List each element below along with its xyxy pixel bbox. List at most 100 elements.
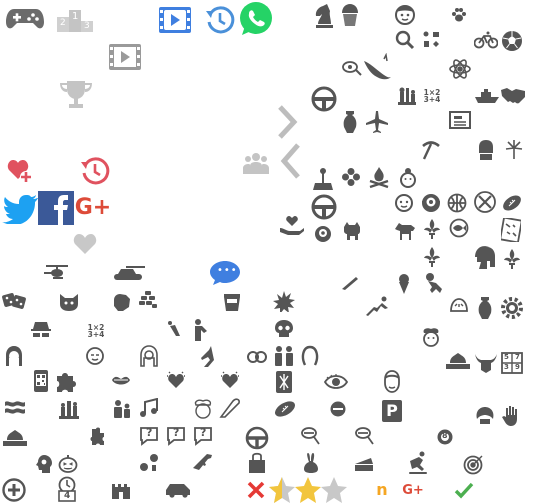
cake-slice-icon: [354, 456, 374, 472]
chess-knight-icon[interactable]: [313, 1, 335, 29]
flower-icon: [342, 168, 360, 186]
bicycle-icon: [474, 31, 498, 49]
fleur-2-icon: [503, 248, 521, 270]
check-icon[interactable]: [454, 480, 474, 500]
star-half-icon[interactable]: [268, 476, 296, 504]
quiz-2-icon[interactable]: ?: [166, 426, 186, 446]
paw-icon: [450, 6, 468, 24]
chat-dots: •••: [217, 265, 238, 276]
puzzle-grid-icon: [422, 30, 442, 50]
podium-rank-2: 2: [60, 18, 66, 28]
gamepad-icon[interactable]: [6, 6, 44, 32]
facebook-icon[interactable]: [38, 191, 74, 225]
puzzle-piece-2-icon: [86, 427, 106, 447]
plus-circle-icon[interactable]: [2, 478, 26, 502]
boxing-glove-icon: [476, 139, 496, 161]
gear-icon: [500, 296, 524, 320]
podium-rank-1: 1: [72, 11, 79, 22]
baby-icon: [398, 167, 418, 189]
history-icon[interactable]: [205, 5, 235, 35]
twitter-icon[interactable]: [2, 194, 38, 224]
gun-icon: [192, 452, 214, 472]
bull-icon: [474, 352, 498, 374]
fleur-3-icon: [423, 246, 441, 268]
basketball-icon: [447, 193, 467, 213]
chess-set-icon: [58, 398, 80, 420]
quiz-mark-1: ?: [146, 426, 153, 439]
x-mark-icon[interactable]: [246, 480, 266, 500]
vase-2-icon: [476, 296, 494, 320]
ice-cream-icon: [398, 274, 410, 294]
google-plus-icon[interactable]: G+: [74, 193, 112, 223]
parking-icon[interactable]: P: [382, 400, 402, 422]
monkey-icon: [424, 272, 444, 294]
horse-head-icon: [197, 345, 215, 367]
heart-icon[interactable]: [73, 233, 97, 255]
chat-bubble-icon[interactable]: •••: [209, 260, 241, 286]
music-notes-icon: [138, 398, 160, 420]
puzzle-piece-icon: [55, 369, 79, 393]
math-line-2: 3+4: [423, 95, 441, 104]
sudoku-a: 5: [504, 353, 509, 361]
clock-icon: 4: [56, 476, 78, 502]
chevron-right-icon[interactable]: [276, 104, 302, 140]
glove-icon: [111, 292, 133, 312]
history-red-icon[interactable]: [80, 156, 110, 186]
game-characters-icon: [139, 453, 159, 473]
gladiator-helmet-icon: [473, 245, 497, 271]
sudoku-d: 9: [515, 363, 520, 371]
palace-icon: [445, 352, 471, 370]
chevron-left-icon[interactable]: [276, 142, 302, 180]
star-full-icon[interactable]: [294, 476, 322, 504]
quiz-mark-3: ?: [200, 426, 207, 439]
ring-icon: [247, 348, 267, 364]
whale-icon: [362, 53, 392, 83]
boat-icon: [474, 88, 500, 104]
puzzle-box-icon: [501, 218, 521, 242]
coins-icon: [138, 290, 158, 310]
star-empty-icon[interactable]: [320, 476, 348, 504]
man-face-icon: [382, 370, 402, 394]
explosion-icon: [273, 290, 295, 312]
paint-bucket-icon: [222, 290, 242, 312]
car-icon: [164, 482, 192, 498]
pumpkin-icon: [58, 454, 78, 474]
campfire-icon: [368, 165, 390, 189]
trophy-icon: [58, 80, 94, 110]
parent-child-icon: [112, 399, 132, 419]
minion-icon: [421, 193, 441, 213]
chef-face-icon: [421, 326, 441, 348]
rugby-icon: [273, 399, 297, 419]
magnifier-icon[interactable]: [395, 30, 415, 50]
steering-wheel-2-icon: [311, 194, 337, 220]
google-plus-small-icon[interactable]: G+: [401, 481, 425, 499]
helicopter-icon: [44, 264, 70, 280]
target-icon: [463, 455, 483, 475]
sudoku-icon: 5 7 3 9: [501, 352, 523, 374]
atom-icon: [448, 57, 472, 81]
heart-plus-icon[interactable]: [7, 158, 33, 184]
feather-icon: [219, 397, 241, 419]
chess-pieces-icon: [397, 84, 417, 106]
group-icon: [243, 152, 269, 174]
fish-icon: [449, 218, 469, 238]
pickaxe-icon: [421, 140, 441, 160]
baby-face-icon: [394, 193, 414, 213]
dumpling-icon: [449, 297, 469, 315]
hair-icon: [301, 345, 319, 367]
quiz-3-icon[interactable]: ?: [193, 426, 213, 446]
video-play-icon[interactable]: [159, 7, 191, 33]
vase-icon: [341, 110, 359, 134]
smiley-icon: [86, 347, 104, 365]
mobile-qr-icon: [33, 369, 49, 393]
dice-icon[interactable]: [2, 290, 26, 310]
cupcake-icon: [340, 3, 360, 27]
spy-icon: [29, 320, 53, 342]
tank-icon: [112, 263, 146, 281]
dog-icon: [342, 221, 362, 241]
parking-label: P: [386, 401, 398, 420]
whatsapp-icon[interactable]: [238, 1, 274, 37]
film-play-icon[interactable]: [109, 44, 141, 70]
quiz-icon[interactable]: ?: [139, 426, 159, 446]
football-icon: [501, 193, 523, 213]
